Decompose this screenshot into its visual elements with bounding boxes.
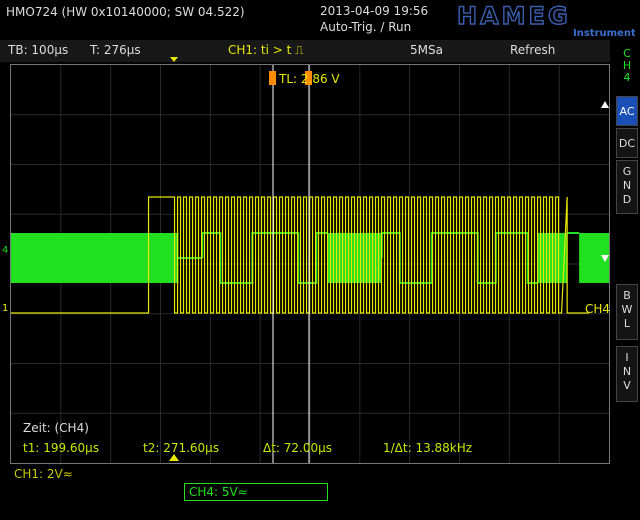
trigger-setting[interactable]: CH1: ti > t ⎍ [228,43,304,58]
coupling-ac-button[interactable]: AC [616,96,638,126]
coupling-dc-button[interactable]: DC [616,128,638,158]
time-reference-marker-icon [169,454,179,461]
ch1-ground-marker[interactable]: 1 [2,303,8,314]
cursor-delta-t: Δt: 72.00µs [263,441,333,455]
waveform-canvas [11,65,609,463]
trigger-time-readout[interactable]: T: 276µs [90,43,141,57]
cursor-t2-value: t2: 271.60µs [143,441,220,455]
title-bar: HMO724 (HW 0x10140000; SW 04.522) 2013-0… [0,0,640,40]
scroll-up-marker-icon [601,101,609,108]
acquisition-mode[interactable]: Refresh [510,43,555,57]
invert-button[interactable]: I N V [616,346,638,402]
device-model: HMO724 (HW 0x10140000; SW 04.522) [6,5,245,19]
svg-text:HAMEG: HAMEG [457,2,571,30]
cursor-inverse-delta: 1/Δt: 13.88kHz [383,441,473,455]
ch4-trace-label: CH4 [585,302,611,316]
ch4-dense-burst [11,233,179,283]
ch4-right-marker-icon [601,255,609,262]
timebase-readout[interactable]: TB: 100µs [8,43,68,57]
trigger-position-marker-icon [170,57,178,62]
waveform-display[interactable]: TL: 2.86 V 4 1 CH4 Zeit: (CH4) t1: 199.6… [2,64,611,464]
info-bar: TB: 100µs T: 276µs CH1: ti > t ⎍ 5MSa Re… [0,40,610,62]
coupling-gnd-button[interactable]: G N D [616,160,638,214]
cursor-source: Zeit: (CH4) [23,421,89,435]
sample-rate: 5MSa [410,43,443,57]
side-channel-label: C H 4 [622,47,632,84]
hameg-logo-icon: HAMEG Instruments [456,1,640,39]
cursor1-marker-icon [269,71,276,85]
ch4-scale-readout[interactable]: CH4: 5V≈ [184,483,328,501]
bandwidth-limit-button[interactable]: B W L [616,284,638,340]
ch1-scale-readout[interactable]: CH1: 2V≈ [14,467,73,481]
side-menu: C H 4 AC DC G N D B W L I N V [614,40,640,520]
ch4-ground-marker[interactable]: 4 [2,245,8,256]
trigger-level: TL: 2.86 V [279,72,340,86]
cursor-t1-value: t1: 199.60µs [23,441,100,455]
brand-logo: HAMEG Instruments [455,1,640,42]
svg-text:Instruments: Instruments [573,28,635,38]
trigger-mode-status: Auto-Trig. / Run [320,20,412,34]
cursor-panel: Zeit: (CH4) t1: 199.60µs t2: 271.60µs Δt… [11,417,609,463]
date-time: 2013-04-09 19:56 [320,4,429,18]
